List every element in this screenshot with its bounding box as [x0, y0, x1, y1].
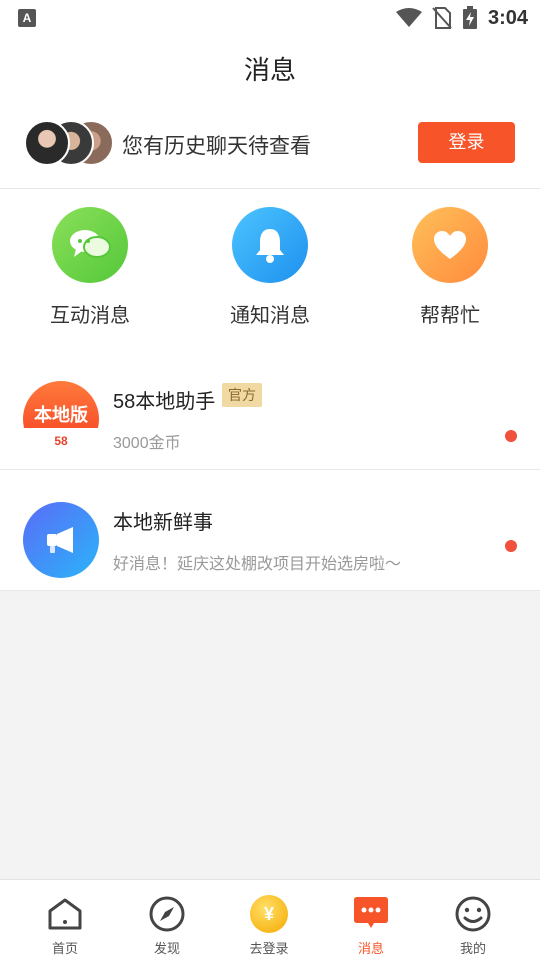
category-help[interactable]: 帮帮忙 — [390, 207, 510, 328]
wifi-icon — [395, 8, 422, 27]
unread-dot — [505, 430, 517, 442]
category-label: 通知消息 — [230, 305, 310, 327]
category-label: 互动消息 — [50, 305, 130, 327]
local-assistant-avatar: 本地版 58 — [23, 381, 99, 457]
clock: 3:04 — [487, 6, 528, 29]
message-title: 58本地助手 — [113, 391, 216, 413]
list-item[interactable]: 本地版 58 58本地助手 官方 3000金币 — [0, 349, 540, 470]
category-interactive-messages[interactable]: 互动消息 — [30, 207, 150, 328]
chat-bubbles-icon — [52, 207, 128, 283]
home-icon — [45, 894, 85, 934]
coin-icon: ¥ — [249, 894, 289, 934]
avatar-stack — [24, 120, 114, 166]
login-button[interactable]: 登录 — [418, 122, 515, 163]
58-logo: 58 — [54, 434, 68, 448]
local-edition-badge: 本地版 — [34, 405, 88, 425]
status-bar: A 3:04 — [0, 0, 540, 36]
heart-icon — [412, 207, 488, 283]
nav-label: 发现 — [153, 941, 180, 956]
nav-messages[interactable]: 消息 — [331, 894, 411, 957]
battery-charging-icon — [462, 6, 477, 29]
category-label: 帮帮忙 — [420, 305, 480, 327]
nav-label: 首页 — [51, 941, 78, 956]
compass-icon — [147, 894, 187, 934]
message-title: 本地新鲜事 — [113, 512, 213, 534]
message-categories: 互动消息 通知消息 帮帮忙 — [0, 189, 540, 349]
megaphone-icon — [23, 502, 99, 578]
coin-symbol: ¥ — [250, 895, 288, 933]
message-icon — [351, 894, 391, 934]
category-notifications[interactable]: 通知消息 — [210, 207, 330, 328]
bell-icon — [232, 207, 308, 283]
nav-discover[interactable]: 发现 — [127, 894, 207, 957]
nav-home[interactable]: 首页 — [25, 894, 105, 957]
nav-profile[interactable]: 我的 — [433, 894, 513, 957]
bottom-nav: 首页 发现 ¥ 去登录 消息 我的 — [0, 879, 540, 960]
list-item[interactable]: 本地新鲜事 好消息！延庆这处棚改项目开始选房啦～ — [0, 470, 540, 591]
status-icons: 3:04 — [395, 5, 528, 31]
nav-go-login[interactable]: ¥ 去登录 — [229, 894, 309, 957]
history-chat-banner[interactable]: 您有历史聊天待查看 登录 — [0, 106, 540, 189]
history-chat-text: 您有历史聊天待查看 — [122, 135, 311, 158]
screen: A 3:04 消息 您有历史聊天待查看 登录 互动消息 通知消息 帮帮忙 本地版… — [0, 0, 540, 960]
notification-icon: A — [18, 9, 36, 27]
header: 消息 — [0, 36, 540, 106]
page-title: 消息 — [243, 55, 296, 85]
nav-label: 消息 — [357, 941, 384, 956]
avatar — [24, 120, 70, 166]
message-list: 本地版 58 58本地助手 官方 3000金币 本地新鲜事 好消息！延庆这处棚改… — [0, 349, 540, 591]
nav-label: 去登录 — [249, 941, 289, 956]
official-tag: 官方 — [222, 383, 262, 407]
message-subtitle: 好消息！延庆这处棚改项目开始选房啦～ — [113, 556, 402, 573]
unread-dot — [505, 540, 517, 552]
no-sim-icon — [432, 7, 452, 29]
nav-label: 我的 — [459, 941, 486, 956]
message-subtitle: 3000金币 — [113, 435, 181, 452]
smiley-icon — [453, 894, 493, 934]
